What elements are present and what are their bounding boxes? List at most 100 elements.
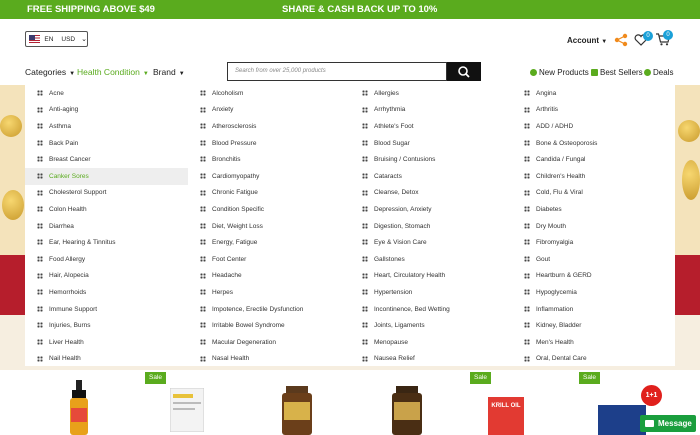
menu-item-blood-sugar[interactable]: Blood Sugar [350,135,513,152]
menu-item-label: Nausea Relief [374,355,415,363]
menu-item-athlete-s-foot[interactable]: Athlete's Foot [350,118,513,135]
product-image-box[interactable] [170,388,204,432]
grid-icon [37,289,43,296]
menu-item-men-s-health[interactable]: Men's Health [512,334,675,351]
menu-item-liver-health[interactable]: Liver Health [25,334,188,351]
nav-health-condition[interactable]: Health Condition ▼ [77,67,149,77]
menu-item-energy-fatigue[interactable]: Energy, Fatigue [188,234,351,251]
menu-item-nausea-relief[interactable]: Nausea Relief [350,351,513,368]
menu-item-candida-fungal[interactable]: Candida / Fungal [512,151,675,168]
menu-item-irritable-bowel-syndrome[interactable]: Irritable Bowel Syndrome [188,317,351,334]
menu-item-chronic-fatigue[interactable]: Chronic Fatigue [188,185,351,202]
menu-item-hypertension[interactable]: Hypertension [350,284,513,301]
menu-item-gallstones[interactable]: Gallstones [350,251,513,268]
menu-item-nail-health[interactable]: Nail Health [25,351,188,368]
menu-item-ear-hearing-tinnitus[interactable]: Ear, Hearing & Tinnitus [25,234,188,251]
menu-item-diabetes[interactable]: Diabetes [512,201,675,218]
search-button[interactable] [447,62,481,81]
menu-item-headache[interactable]: Headache [188,268,351,285]
menu-item-colon-health[interactable]: Colon Health [25,201,188,218]
menu-item-heart-circulatory-health[interactable]: Heart, Circulatory Health [350,268,513,285]
menu-item-label: Oral, Dental Care [536,355,587,363]
menu-item-nasal-health[interactable]: Nasal Health [188,351,351,368]
menu-item-label: Bone & Osteoporosis [536,139,598,147]
menu-item-kidney-bladder[interactable]: Kidney, Bladder [512,317,675,334]
menu-item-hypoglycemia[interactable]: Hypoglycemia [512,284,675,301]
menu-item-macular-degeneration[interactable]: Macular Degeneration [188,334,351,351]
menu-item-eye-vision-care[interactable]: Eye & Vision Care [350,234,513,251]
menu-item-cardiomyopathy[interactable]: Cardiomyopathy [188,168,351,185]
menu-item-menopause[interactable]: Menopause [350,334,513,351]
best-sellers-link[interactable]: Best Sellers [591,68,643,77]
menu-item-condition-specific[interactable]: Condition Specific [188,201,351,218]
menu-item-anti-aging[interactable]: Anti-aging [25,102,188,119]
grid-icon [524,106,530,113]
product-image-b-complex[interactable] [280,386,314,435]
menu-item-foot-center[interactable]: Foot Center [188,251,351,268]
menu-item-cholesterol-support[interactable]: Cholesterol Support [25,185,188,202]
menu-item-allergies[interactable]: Allergies [350,85,513,102]
menu-item-immune-support[interactable]: Immune Support [25,301,188,318]
menu-item-acne[interactable]: Acne [25,85,188,102]
menu-item-food-allergy[interactable]: Food Allergy [25,251,188,268]
trophy-icon [591,69,598,76]
menu-item-blood-pressure[interactable]: Blood Pressure [188,135,351,152]
product-image-minoxidil[interactable] [598,405,646,435]
menu-item-digestion-stomach[interactable]: Digestion, Stomach [350,218,513,235]
menu-item-asthma[interactable]: Asthma [25,118,188,135]
menu-item-injuries-burns[interactable]: Injuries, Burns [25,317,188,334]
currency-selector[interactable]: EN USD ⌄ [25,31,88,47]
account-menu[interactable]: Account ▼ [567,36,607,45]
menu-item-label: Cleanse, Detox [374,189,419,197]
menu-item-label: Atherosclerosis [212,122,257,130]
share-icon[interactable] [614,33,628,47]
new-products-link[interactable]: New Products [530,68,589,77]
menu-item-anxiety[interactable]: Anxiety [188,102,351,119]
menu-item-diet-weight-loss[interactable]: Diet, Weight Loss [188,218,351,235]
menu-item-inflammation[interactable]: Inflammation [512,301,675,318]
menu-item-oral-dental-care[interactable]: Oral, Dental Care [512,351,675,368]
menu-item-add-adhd[interactable]: ADD / ADHD [512,118,675,135]
menu-item-incontinence-bed-wetting[interactable]: Incontinence, Bed Wetting [350,301,513,318]
product-image-supplement-bottle[interactable] [390,386,424,435]
menu-item-diarrhea[interactable]: Diarrhea [25,218,188,235]
menu-item-children-s-health[interactable]: Children's Health [512,168,675,185]
menu-item-label: Hair, Alopecia [49,272,89,280]
menu-item-heartburn-gerd[interactable]: Heartburn & GERD [512,268,675,285]
menu-item-gout[interactable]: Gout [512,251,675,268]
menu-item-label: Diet, Weight Loss [212,222,263,230]
nav-brand[interactable]: Brand ▼ [153,67,185,77]
menu-item-angina[interactable]: Angina [512,85,675,102]
menu-item-arthritis[interactable]: Arthritis [512,102,675,119]
menu-item-fibromyalgia[interactable]: Fibromyalgia [512,234,675,251]
menu-item-depression-anxiety[interactable]: Depression, Anxiety [350,201,513,218]
menu-item-back-pain[interactable]: Back Pain [25,135,188,152]
menu-item-hemorrhoids[interactable]: Hemorrhoids [25,284,188,301]
menu-item-alcoholism[interactable]: Alcoholism [188,85,351,102]
menu-item-arrhythmia[interactable]: Arrhythmia [350,102,513,119]
search-input[interactable]: Search from over 25,000 products [227,62,447,81]
grid-icon [200,123,206,130]
menu-item-dry-mouth[interactable]: Dry Mouth [512,218,675,235]
product-image-krill-oil[interactable]: KRILL OIL [488,397,524,435]
menu-item-atherosclerosis[interactable]: Atherosclerosis [188,118,351,135]
menu-item-cataracts[interactable]: Cataracts [350,168,513,185]
grid-icon [200,272,206,279]
menu-item-bone-osteoporosis[interactable]: Bone & Osteoporosis [512,135,675,152]
menu-item-cold-flu-viral[interactable]: Cold, Flu & Viral [512,185,675,202]
menu-item-label: Macular Degeneration [212,338,276,346]
menu-item-hair-alopecia[interactable]: Hair, Alopecia [25,268,188,285]
message-button[interactable]: Message [640,415,696,432]
nav-categories[interactable]: Categories ▼ [25,67,75,77]
menu-item-canker-sores[interactable]: Canker Sores [25,167,188,185]
menu-item-breast-cancer[interactable]: Breast Cancer [25,151,188,168]
menu-item-bronchitis[interactable]: Bronchitis [188,151,351,168]
deals-link[interactable]: Deals [644,68,673,77]
menu-item-joints-ligaments[interactable]: Joints, Ligaments [350,317,513,334]
menu-item-cleanse-detox[interactable]: Cleanse, Detox [350,185,513,202]
menu-item-impotence-erectile-dysfunction[interactable]: Impotence, Erectile Dysfunction [188,301,351,318]
promo-badge[interactable]: 1+1 [641,385,662,406]
menu-item-bruising-contusions[interactable]: Bruising / Contusions [350,151,513,168]
product-image-dropper-bottle[interactable] [68,380,90,435]
menu-item-herpes[interactable]: Herpes [188,284,351,301]
